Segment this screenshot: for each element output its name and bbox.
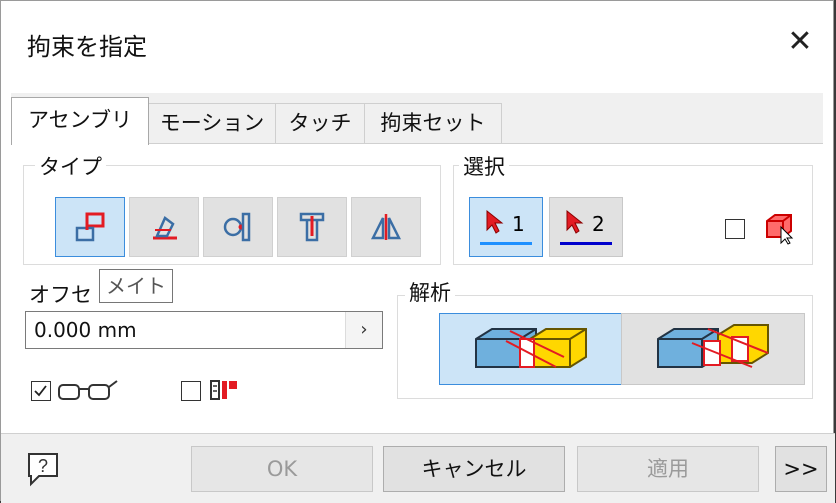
angle-icon xyxy=(153,216,177,240)
first-selection-checkbox[interactable] xyxy=(725,219,745,239)
help-icon: ? xyxy=(28,453,58,487)
tab-motion[interactable]: モーション xyxy=(148,103,276,143)
solution-mate-button[interactable] xyxy=(439,313,623,385)
tab-transitional[interactable]: タッチ xyxy=(275,103,365,143)
mate-button[interactable] xyxy=(55,197,125,257)
pointer-arrow-icon xyxy=(486,209,504,234)
symmetry-button[interactable] xyxy=(351,197,421,257)
select-2-button[interactable]: 2 xyxy=(549,197,623,257)
tangent-button[interactable] xyxy=(203,197,273,257)
type-group-title: タイプ xyxy=(35,151,106,181)
select-2-label: 2 xyxy=(592,212,605,236)
offset-value: 0.000 mm xyxy=(34,318,137,342)
dialog-footer: ? OK キャンセル 適用 >> xyxy=(1,433,835,503)
pointer-arrow-icon xyxy=(566,209,584,234)
part-select-icon xyxy=(766,214,794,245)
selection-group-title: 選択 xyxy=(459,151,509,181)
cancel-button[interactable]: キャンセル xyxy=(383,446,565,492)
close-button[interactable]: ✕ xyxy=(783,25,817,59)
predict-offset-checkbox[interactable] xyxy=(181,381,201,401)
select-1-button[interactable]: 1 xyxy=(469,197,543,257)
solution-mate-icon xyxy=(475,328,587,368)
offset-arrow-button[interactable]: › xyxy=(345,312,382,348)
predict-offset-icon xyxy=(210,380,237,400)
svg-text:?: ? xyxy=(38,456,48,476)
apply-button[interactable]: 適用 xyxy=(577,446,759,492)
constraint-dialog: 拘束を指定 ✕ アセンブリ モーション タッチ 拘束セット タイプ 選択 1 2… xyxy=(0,0,835,503)
glasses-icon xyxy=(58,380,118,400)
select-2-underline xyxy=(560,242,612,245)
insert-icon xyxy=(299,212,325,242)
insert-button[interactable] xyxy=(277,197,347,257)
offset-label: オフセ xyxy=(29,283,92,307)
select-1-underline xyxy=(480,242,532,245)
more-button[interactable]: >> xyxy=(775,446,827,492)
title-bar: 拘束を指定 ✕ xyxy=(1,1,833,85)
offset-field[interactable]: 0.000 mm › xyxy=(25,311,383,349)
mate-icon xyxy=(75,212,105,242)
preview-checkbox[interactable] xyxy=(31,381,51,401)
check-icon xyxy=(34,385,47,397)
tab-constraint-set[interactable]: 拘束セット xyxy=(364,103,502,143)
solution-flush-icon xyxy=(657,324,769,368)
solution-flush-button[interactable] xyxy=(621,313,805,385)
analysis-group-title: 解析 xyxy=(405,277,455,307)
dialog-title: 拘束を指定 xyxy=(27,33,147,61)
symmetry-icon xyxy=(370,214,402,240)
tangent-icon xyxy=(223,212,251,242)
help-button[interactable]: ? xyxy=(23,448,63,488)
select-1-label: 1 xyxy=(512,212,525,236)
angle-button[interactable] xyxy=(129,197,199,257)
ok-button[interactable]: OK xyxy=(191,446,373,492)
mate-tooltip: メイト xyxy=(99,269,173,303)
tab-assembly[interactable]: アセンブリ xyxy=(11,97,149,145)
